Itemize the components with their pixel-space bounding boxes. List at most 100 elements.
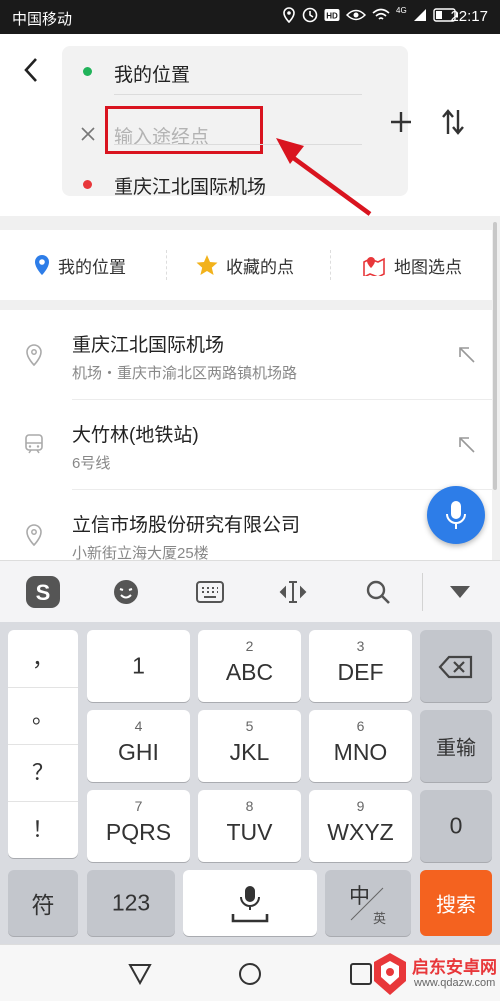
backspace-icon [438,655,473,679]
key-8[interactable]: 8 TUV [198,790,301,862]
divider [114,94,362,95]
search-icon [366,580,390,604]
result-subtitle: 小新街立海大厦25楼 [72,545,209,560]
network-type: 4G [396,5,407,15]
wifi-status-icon [372,8,390,20]
punctuation-key[interactable]: 。 [8,687,78,745]
hide-keyboard-button[interactable] [437,569,483,615]
cursor-icon [279,581,307,603]
chevron-down-icon [450,586,470,598]
space-key[interactable] [183,870,317,936]
quick-map-pick[interactable]: 地图选点 [362,230,462,300]
clock: 22:17 [450,8,488,25]
watermark: 启东安卓网 www.qdazw.com [370,949,498,1001]
remove-waypoint-icon[interactable] [80,126,96,142]
home-nav-icon[interactable] [238,962,262,986]
key-5[interactable]: 5 JKL [198,710,301,782]
hd-status-icon: HD [324,9,340,21]
sogou-logo-icon: S [26,576,60,608]
space-mic-icon [231,886,269,923]
watermark-url: www.qdazw.com [414,977,496,989]
list-item[interactable]: 重庆江北国际机场 机场・重庆市渝北区两路镇机场路 [0,310,492,400]
result-title: 立信市场股份研究有限公司 [72,515,301,536]
numbers-key[interactable]: 123 [87,870,175,936]
svg-text:HD: HD [326,12,338,21]
scrollbar[interactable] [493,222,497,490]
carrier-name: 中国移动 [12,11,73,28]
result-subtitle: 机场・重庆市渝北区两路镇机场路 [72,365,298,382]
quick-label: 地图选点 [394,257,462,277]
swap-icon[interactable] [440,108,466,136]
add-waypoint-icon[interactable] [389,110,413,134]
punctuation-column: ， 。 ？ ！ [8,630,78,858]
subway-icon [25,434,43,454]
result-title: 重庆江北国际机场 [72,335,225,356]
divider [166,250,167,280]
back-arrow-icon[interactable] [20,56,42,84]
fill-in-arrow-icon[interactable] [458,436,476,454]
language-switch-key[interactable]: 中 英 [325,870,411,936]
recents-nav-icon[interactable] [350,963,372,985]
quick-favorites[interactable]: 收藏的点 [196,230,294,300]
search-key[interactable]: 搜索 [420,870,492,936]
result-subtitle: 6号线 [72,455,111,472]
status-bar: 中国移动 HD 4G 22:17 [0,0,500,34]
punctuation-key[interactable]: ？ [8,744,78,802]
list-item[interactable]: 大竹林(地铁站) 6号线 [0,400,492,490]
key-9[interactable]: 9 WXYZ [309,790,412,862]
start-dot [83,67,92,76]
watermark-title: 启东安卓网 [412,958,497,977]
location-status-icon [283,7,295,23]
key-1[interactable]: 1 [87,630,190,702]
map-pick-icon [363,257,385,276]
key-2[interactable]: 2 ABC [198,630,301,702]
quick-actions: 我的位置 收藏的点 地图选点 [0,230,492,300]
list-item[interactable]: 立信市场股份研究有限公司 小新街立海大厦25楼 [0,490,492,560]
quick-label: 收藏的点 [226,257,294,277]
punctuation-key[interactable]: ！ [8,801,78,858]
location-pin-icon [26,524,42,547]
backspace-key[interactable] [420,630,492,702]
watermark-logo-icon [374,953,406,995]
quick-my-location[interactable]: 我的位置 [34,230,126,300]
navigation-bar: 启东安卓网 www.qdazw.com [0,944,500,1001]
back-nav-icon[interactable] [128,963,152,985]
quick-label: 我的位置 [58,257,126,277]
alarm-status-icon [302,7,318,23]
keyboard-icon [196,581,224,603]
star-icon [196,255,218,275]
voice-input-button[interactable] [427,486,485,544]
location-pin-icon [26,344,42,367]
keyboard-toolbar: S [0,560,500,623]
fill-in-arrow-icon[interactable] [458,346,476,364]
search-button[interactable] [355,569,401,615]
key-7[interactable]: 7 PQRS [87,790,190,862]
keyboard: ， 。 ？ ！ 1 2 ABC 3 DEF 4 GHI 5 JKL 6 MNO … [0,622,500,944]
keyboard-switch-button[interactable] [187,569,233,615]
divider [330,250,331,280]
search-results: 重庆江北国际机场 机场・重庆市渝北区两路镇机场路 大竹林(地铁站) 6号线 立信… [0,310,492,560]
key-4[interactable]: 4 GHI [87,710,190,782]
divider [422,573,423,611]
microphone-icon [446,501,466,529]
sogou-logo-button[interactable]: S [20,569,66,615]
key-3[interactable]: 3 DEF [309,630,412,702]
destination-dot [83,180,92,189]
route-panel: 我的位置 输入途经点 重庆江北国际机场 [0,34,500,216]
punctuation-key[interactable]: ， [8,630,78,688]
symbols-key[interactable]: 符 [8,870,78,936]
key-0[interactable]: 0 [420,790,492,862]
cursor-move-button[interactable] [270,569,316,615]
start-point[interactable]: 我的位置 [114,60,190,87]
result-title: 大竹林(地铁站) [72,425,199,446]
key-6[interactable]: 6 MNO [309,710,412,782]
status-icons: HD 4G [282,5,459,23]
location-pin-icon [35,255,49,275]
destination-point[interactable]: 重庆江北国际机场 [114,172,266,199]
emoji-icon [114,580,138,604]
annotation-arrow [276,138,372,216]
emoji-button[interactable] [103,569,149,615]
reenter-key[interactable]: 重输 [420,710,492,782]
signal-status-icon [413,9,426,21]
svg-text:S: S [36,580,51,605]
